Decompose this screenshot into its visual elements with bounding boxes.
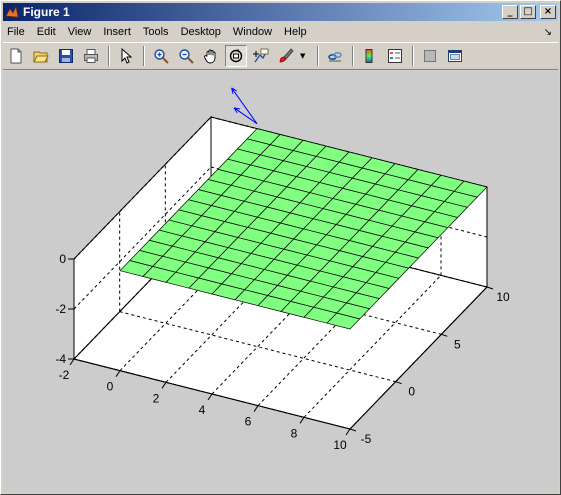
pan-hand-icon (204, 49, 216, 64)
menu-window[interactable]: Window (227, 26, 278, 38)
x-tick-mark (115, 370, 121, 377)
rotate-3d-icon (229, 49, 243, 63)
close-button[interactable]: × (540, 5, 556, 19)
colorbar-button[interactable] (359, 45, 381, 67)
save-icon (59, 49, 73, 63)
y-tick-mark (395, 381, 402, 385)
new-figure-icon (10, 48, 22, 64)
window-title: Figure 1 (23, 5, 70, 19)
menu-file[interactable]: File (3, 26, 31, 38)
y-tick-label: 5 (454, 337, 461, 351)
toolbar-separator (108, 46, 110, 66)
y-tick-label: 10 (496, 290, 510, 304)
menu-edit[interactable]: Edit (31, 26, 62, 38)
pan-hand-button[interactable] (200, 45, 222, 67)
hide-plot-tools-button[interactable] (419, 45, 441, 67)
show-plot-tools-icon (448, 50, 462, 62)
save-button[interactable] (55, 45, 77, 67)
x-tick-mark (207, 393, 213, 401)
toolbar-separator (412, 46, 414, 66)
quiver-arrow (233, 107, 258, 125)
minimize-button[interactable]: _ (502, 5, 518, 19)
show-plot-tools-button[interactable] (444, 45, 466, 67)
menu-tools[interactable]: Tools (137, 26, 175, 38)
new-figure-button[interactable] (5, 45, 27, 67)
brush-dropdown-icon[interactable]: ▼ (300, 52, 308, 60)
y-tick-mark (486, 286, 494, 290)
menu-bar: File Edit View Insert Tools Desktop Wind… (3, 23, 558, 41)
brush-icon (279, 48, 294, 63)
x-tick-label: 8 (291, 426, 298, 440)
menu-insert[interactable]: Insert (97, 26, 137, 38)
figure-toolbar: ▼ (3, 42, 558, 70)
x-tick-label: -2 (59, 368, 70, 382)
x-tick-mark (161, 382, 167, 389)
z-tick-label: -4 (55, 352, 66, 366)
edit-plot-arrow-icon (121, 48, 133, 64)
data-cursor-button[interactable] (250, 45, 272, 67)
maximize-button[interactable]: □ (520, 5, 536, 19)
rotate-3d-button[interactable] (225, 45, 247, 67)
y-tick-mark (349, 428, 357, 432)
menu-view[interactable]: View (62, 26, 98, 38)
x-tick-label: 6 (245, 415, 252, 429)
z-tick-label: -2 (55, 302, 66, 316)
toolbar-separator (317, 46, 319, 66)
y-tick-label: 0 (408, 385, 415, 399)
x-tick-label: 2 (153, 391, 160, 405)
x-tick-label: 10 (333, 438, 347, 452)
colorbar-icon (365, 49, 373, 63)
matlab-icon (5, 6, 19, 18)
y-tick-mark (441, 333, 448, 337)
x-tick-mark (345, 428, 351, 436)
menu-desktop[interactable]: Desktop (175, 26, 227, 38)
link-plot-button[interactable] (324, 45, 346, 67)
zoom-in-button[interactable] (150, 45, 172, 67)
open-file-button[interactable] (30, 45, 52, 67)
y-tick-label: -5 (361, 432, 372, 446)
title-bar[interactable]: Figure 1 _ □ × (3, 3, 558, 21)
x-tick-label: 0 (107, 380, 114, 394)
legend-icon (388, 49, 402, 63)
brush-button[interactable] (275, 45, 297, 67)
data-cursor-icon (253, 48, 269, 63)
toolbar-separator (143, 46, 145, 66)
legend-button[interactable] (384, 45, 406, 67)
print-button[interactable] (80, 45, 102, 67)
zoom-out-icon (179, 49, 194, 64)
figure-window: Figure 1 _ □ × File Edit View Insert Too… (0, 0, 561, 495)
x-tick-mark (253, 405, 259, 412)
surface-plot[interactable]: -2 0 2 4 6 8 10 -5 0 5 10 -4 -2 0 (3, 71, 558, 492)
dock-figure-icon[interactable]: ↘ (544, 27, 552, 38)
edit-plot-arrow-button[interactable] (115, 45, 137, 67)
link-plot-icon (328, 52, 342, 62)
x-tick-mark (299, 417, 305, 424)
zoom-in-icon (154, 49, 169, 64)
x-tick-mark (69, 358, 75, 366)
z-tick-label: 0 (59, 252, 66, 266)
zoom-out-button[interactable] (175, 45, 197, 67)
figure-canvas[interactable]: -2 0 2 4 6 8 10 -5 0 5 10 -4 -2 0 (3, 71, 558, 492)
open-file-icon (33, 51, 49, 63)
hide-plot-tools-icon (424, 50, 436, 62)
toolbar-separator (352, 46, 354, 66)
menu-help[interactable]: Help (278, 26, 313, 38)
print-icon (84, 49, 98, 63)
x-tick-label: 4 (199, 403, 206, 417)
quiver-arrow (231, 87, 258, 124)
